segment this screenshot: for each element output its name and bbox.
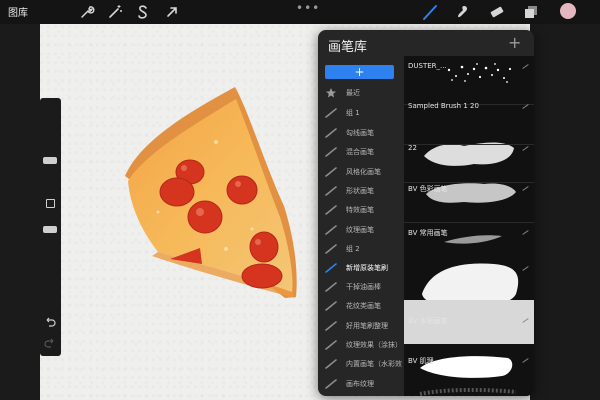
brush-name-label: BV 常用画笔 [408,229,448,237]
brush-set-item[interactable]: 形状画笔 [318,182,404,200]
undo-icon[interactable] [44,317,56,327]
brush-icon[interactable] [422,4,438,20]
brush-set-item[interactable]: 花纹类画笔 [318,297,404,315]
eraser-icon[interactable] [489,4,505,20]
brush-set-item[interactable]: 特效画笔 [318,201,404,219]
brush-set-item[interactable]: 干掉油画棒 [318,278,404,296]
brush-name-label: Sampled Brush 1 20 [408,102,479,110]
brush-set-label: 花纹类画笔 [346,302,381,310]
brush-stroke-icon [325,167,337,177]
divider [404,222,534,223]
panel-title: 画笔库 [328,40,368,55]
brush-set-label: 纹理画笔 [346,226,374,234]
color-swatch[interactable] [560,3,576,19]
more-menu[interactable]: ••• [296,1,320,15]
gallery-button[interactable]: 图库 [8,4,28,19]
brush-set-label: 风格化画笔 [346,168,381,176]
top-toolbar: 图库 ••• [0,0,600,24]
texture-preview [419,387,517,396]
magic-wand-icon[interactable] [107,4,123,20]
brush-set-label: 组 1 [346,109,360,117]
color-brush-preview [444,235,502,244]
brush-set-item[interactable]: 内置画笔（水彩效果）... [318,355,404,373]
brush-stroke-icon [325,205,337,215]
brush-set-label: 特效画笔 [346,206,374,214]
brush-set-item[interactable]: 新增原装笔刷 [318,259,404,277]
star-icon [326,88,336,98]
brush-name-label: DUSTER_... [408,62,447,70]
brush-set-item[interactable]: 画布纹理 [318,375,404,393]
watercolor-preview [420,356,513,378]
brush-name-label: BV 色彩画笔 [408,185,448,193]
brush-set-label: 形状画笔 [346,187,374,195]
brush-set-label: 新增原装笔刷 [346,264,388,272]
brush-name-label: 22 [408,144,417,152]
brush-library-panel: 画笔库 + + 最近组 1 勾线画笔混合画笔风格化画笔形状画笔特效画笔纹理画笔组 … [318,30,534,396]
brush-set-label: 内置画笔（水彩效果）... [346,360,402,368]
brush-name-label: BV 水彩画笔 [408,317,448,325]
brush-set-item[interactable]: 勾线画笔 [318,124,404,142]
brush-set-label: 最近 [346,89,360,97]
brush-set-item[interactable]: 纹理效果（涂抹） [318,336,404,354]
modify-square-button[interactable] [46,199,55,208]
brush-stroke-icon [325,379,337,389]
brush-stroke-icon [325,186,337,196]
brush-set-item[interactable]: 纹理画笔 [318,221,404,239]
left-sidebar [40,98,61,356]
brush-stroke-icon [325,263,337,273]
brush-name-label: BV 肌理 [408,357,434,365]
sampled-brush-preview [424,142,514,166]
add-brush-set-button[interactable]: + [325,65,394,79]
brush-set-label: 好用笔刷整理 [346,322,388,330]
brush-stroke-icon [325,340,337,350]
brush-set-item[interactable]: 组 1 [318,104,404,122]
brush-set-item[interactable]: 风格化画笔 [318,163,404,181]
brush-stroke-icon [325,147,337,157]
brush-list: DUSTER_... Sampled Brush 1 20 22 BV 色彩画笔 BV … [404,56,534,396]
brush-set-item[interactable]: 最近 [318,84,404,102]
smudge-icon[interactable] [455,4,471,20]
brush-stroke-icon [325,282,337,292]
brush-stroke-icon [325,301,337,311]
brush-stroke-icon [325,128,337,138]
brush-set-label: 组 2 [346,245,360,253]
brush-set-item[interactable]: 好用笔刷整理 [318,317,404,335]
transform-arrow-icon[interactable] [164,4,180,20]
brush-set-label: 勾线画笔 [346,129,374,137]
brush-stroke-icon [325,244,337,254]
brush-set-item[interactable]: 混合画笔 [318,143,404,161]
selection-s-icon[interactable] [135,4,151,20]
opacity-slider[interactable] [43,226,57,233]
canvas-dark-margin [530,24,600,400]
brush-stroke-icon [325,108,337,118]
brush-set-label: 混合画笔 [346,148,374,156]
brush-set-label: 干掉油画棒 [346,283,381,291]
brush-set-label: 画布纹理 [346,380,374,388]
brush-size-slider[interactable] [43,157,57,164]
new-brush-button[interactable]: + [508,33,521,52]
brush-set-item[interactable]: 组 2 [318,240,404,258]
duster-preview [447,63,512,83]
divider [404,144,534,145]
layers-icon[interactable] [523,4,539,20]
divider [404,182,534,183]
redo-icon[interactable] [44,338,56,348]
brush-stroke-icon [325,225,337,235]
brush-set-label: 纹理效果（涂抹） [346,341,402,349]
brush-stroke-icon [325,359,337,369]
wrench-icon[interactable] [79,4,95,20]
brush-stroke-icon [325,321,337,331]
